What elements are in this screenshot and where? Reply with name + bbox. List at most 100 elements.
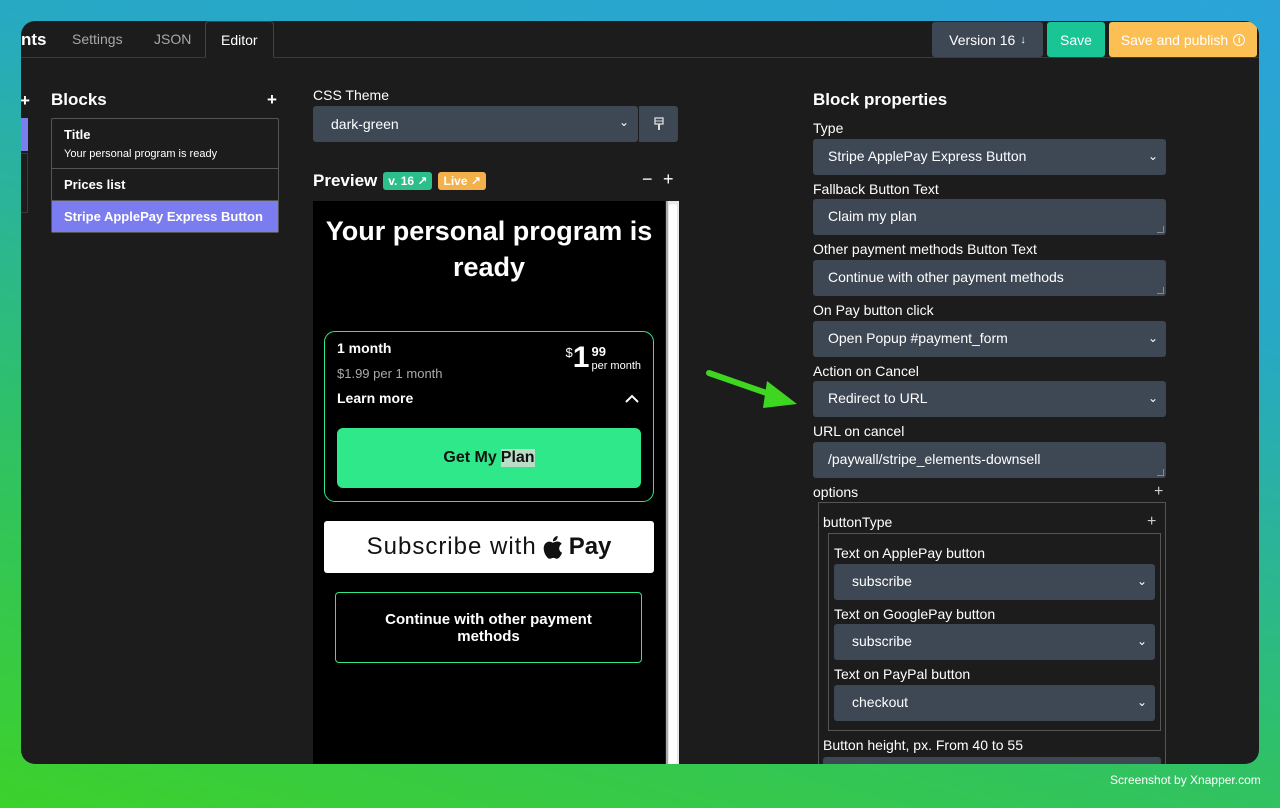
button-type-label: buttonType [823, 514, 893, 530]
apple-pay-button[interactable]: Subscribe with Pay [324, 521, 654, 573]
other-methods-text-label: Other payment methods Button Text [813, 241, 1037, 257]
chevron-down-icon: ⌄ [1136, 695, 1147, 709]
action-on-cancel-label: Action on Cancel [813, 363, 919, 379]
url-on-cancel-input[interactable]: /paywall/stripe_elements-downsell [813, 442, 1166, 478]
arrow-down-icon: ↓ [1020, 33, 1026, 46]
preview-header: Preview v. 16 ↗ Live ↗ [313, 171, 486, 191]
tab-editor[interactable]: Editor [205, 21, 274, 58]
publish-label: Save and publish [1120, 31, 1229, 48]
url-on-cancel-label: URL on cancel [813, 423, 905, 439]
paint-brush-button[interactable] [638, 106, 678, 142]
css-theme-value: dark-green [331, 116, 399, 132]
plan-price: $ 1 99 per month [565, 343, 641, 373]
add-block-plus-icon[interactable]: + [267, 90, 277, 110]
version-badge[interactable]: v. 16 ↗ [383, 172, 433, 190]
action-on-cancel-value: Redirect to URL [828, 390, 928, 406]
chevron-down-icon: ⌄ [1147, 391, 1158, 405]
apple-pay-word: Pay [568, 533, 612, 560]
button-height-input[interactable] [823, 757, 1161, 764]
cta-text: Get My [443, 449, 497, 466]
cta-highlight: Plan [500, 449, 535, 467]
blocks-list: Title Your personal program is ready Pri… [51, 118, 279, 233]
preview-title: Preview [313, 171, 378, 190]
block-properties-title: Block properties [813, 90, 948, 109]
paint-brush-icon [653, 117, 664, 130]
url-on-cancel-value: /paywall/stripe_elements-downsell [828, 451, 1041, 467]
css-theme-select[interactable]: dark-green ⌄ [313, 106, 638, 142]
add-button-type-plus-icon[interactable]: + [1147, 513, 1156, 531]
version-dropdown-button[interactable]: Version 16 ↓ [932, 22, 1043, 57]
blocks-title: Blocks [51, 90, 107, 109]
other-methods-text-value: Continue with other payment methods [828, 269, 1064, 285]
block-item-title[interactable]: Title Your personal program is ready [52, 119, 278, 169]
on-pay-click-label: On Pay button click [813, 302, 934, 318]
applepay-text-value: subscribe [852, 573, 912, 589]
button-height-label: Button height, px. From 40 to 55 [823, 737, 1024, 753]
preview-frame: Your personal program is ready 1 month $… [313, 201, 665, 764]
tab-settings[interactable]: Settings [72, 31, 123, 47]
price-currency: $ [565, 345, 573, 360]
preview-page-title: Your personal program is ready [325, 216, 653, 282]
editor-window: nts Settings JSON Editor Version 16 ↓ Sa… [21, 21, 1259, 764]
save-and-publish-button[interactable]: Save and publish i [1109, 22, 1257, 57]
plan-name: 1 month [337, 340, 392, 356]
options-label: options [813, 484, 859, 500]
get-my-plan-button[interactable]: Get My Plan [337, 428, 641, 488]
block-item-prices-list[interactable]: Prices list [52, 169, 278, 201]
resize-handle-icon[interactable] [1157, 226, 1164, 233]
preview-scrollbar[interactable] [666, 201, 679, 764]
resize-handle-icon[interactable] [1157, 469, 1164, 476]
paypal-text-select[interactable]: checkout ⌄ [834, 685, 1155, 721]
plan-subtitle: $1.99 per 1 month [337, 366, 443, 381]
price-cents: 99 [591, 344, 606, 359]
fallback-text-label: Fallback Button Text [813, 181, 939, 197]
chevron-down-icon: ⌄ [618, 115, 629, 129]
resize-handle-icon[interactable] [1157, 287, 1164, 294]
block-item-label: Stripe ApplePay Express Button [64, 209, 263, 224]
on-pay-click-select[interactable]: Open Popup #payment_form ⌄ [813, 321, 1166, 357]
block-item-label: Title [64, 127, 91, 142]
collapsed-panel-active-item[interactable] [21, 118, 28, 151]
chevron-down-icon: ⌄ [1136, 634, 1147, 648]
block-item-stripe-applepay[interactable]: Stripe ApplePay Express Button [52, 201, 278, 232]
add-option-plus-icon[interactable]: + [1154, 483, 1163, 501]
other-payment-methods-button[interactable]: Continue with other payment methods [335, 592, 642, 663]
block-item-label: Prices list [64, 177, 126, 192]
on-pay-click-value: Open Popup #payment_form [828, 330, 1008, 346]
green-arrow-annotation [706, 370, 797, 408]
external-link-icon: ↗ [417, 174, 428, 188]
external-link-icon: ↗ [470, 174, 481, 188]
info-icon: i [1233, 33, 1246, 46]
googlepay-text-label: Text on GooglePay button [834, 606, 996, 622]
type-select[interactable]: Stripe ApplePay Express Button ⌄ [813, 139, 1166, 175]
type-label: Type [813, 120, 844, 136]
chevron-down-icon: ⌄ [1136, 574, 1147, 588]
type-value: Stripe ApplePay Express Button [828, 148, 1027, 164]
chevron-up-icon[interactable] [625, 392, 639, 406]
save-button[interactable]: Save [1047, 22, 1105, 57]
fallback-text-value: Claim my plan [828, 208, 917, 224]
screenshot-credit: Screenshot by Xnapper.com [1110, 773, 1261, 787]
version-label: Version 16 [949, 31, 1016, 48]
scrollbar-thumb[interactable] [669, 204, 677, 764]
paypal-text-value: checkout [852, 694, 909, 710]
top-bar: nts Settings JSON Editor Version 16 ↓ Sa… [21, 21, 1259, 58]
other-methods-text-input[interactable]: Continue with other payment methods [813, 260, 1166, 296]
plan-card[interactable]: 1 month $1.99 per 1 month $ 1 99 per mon… [324, 331, 654, 502]
price-period: per month [591, 360, 641, 372]
zoom-in-icon[interactable]: + [663, 169, 674, 190]
css-theme-label: CSS Theme [313, 87, 389, 103]
collapsed-panel-plus-icon[interactable]: + [21, 91, 30, 111]
googlepay-text-value: subscribe [852, 633, 912, 649]
learn-more-link[interactable]: Learn more [337, 390, 413, 406]
chevron-down-icon: ⌄ [1147, 331, 1158, 345]
zoom-out-icon[interactable]: − [642, 169, 653, 190]
block-item-subtitle: Your personal program is ready [64, 148, 218, 160]
googlepay-text-select[interactable]: subscribe ⌄ [834, 624, 1155, 660]
tab-json[interactable]: JSON [154, 31, 191, 47]
applepay-text-select[interactable]: subscribe ⌄ [834, 564, 1155, 600]
apple-logo-icon [543, 535, 562, 559]
action-on-cancel-select[interactable]: Redirect to URL ⌄ [813, 381, 1166, 417]
live-badge[interactable]: Live ↗ [438, 172, 486, 190]
fallback-text-input[interactable]: Claim my plan [813, 199, 1166, 235]
